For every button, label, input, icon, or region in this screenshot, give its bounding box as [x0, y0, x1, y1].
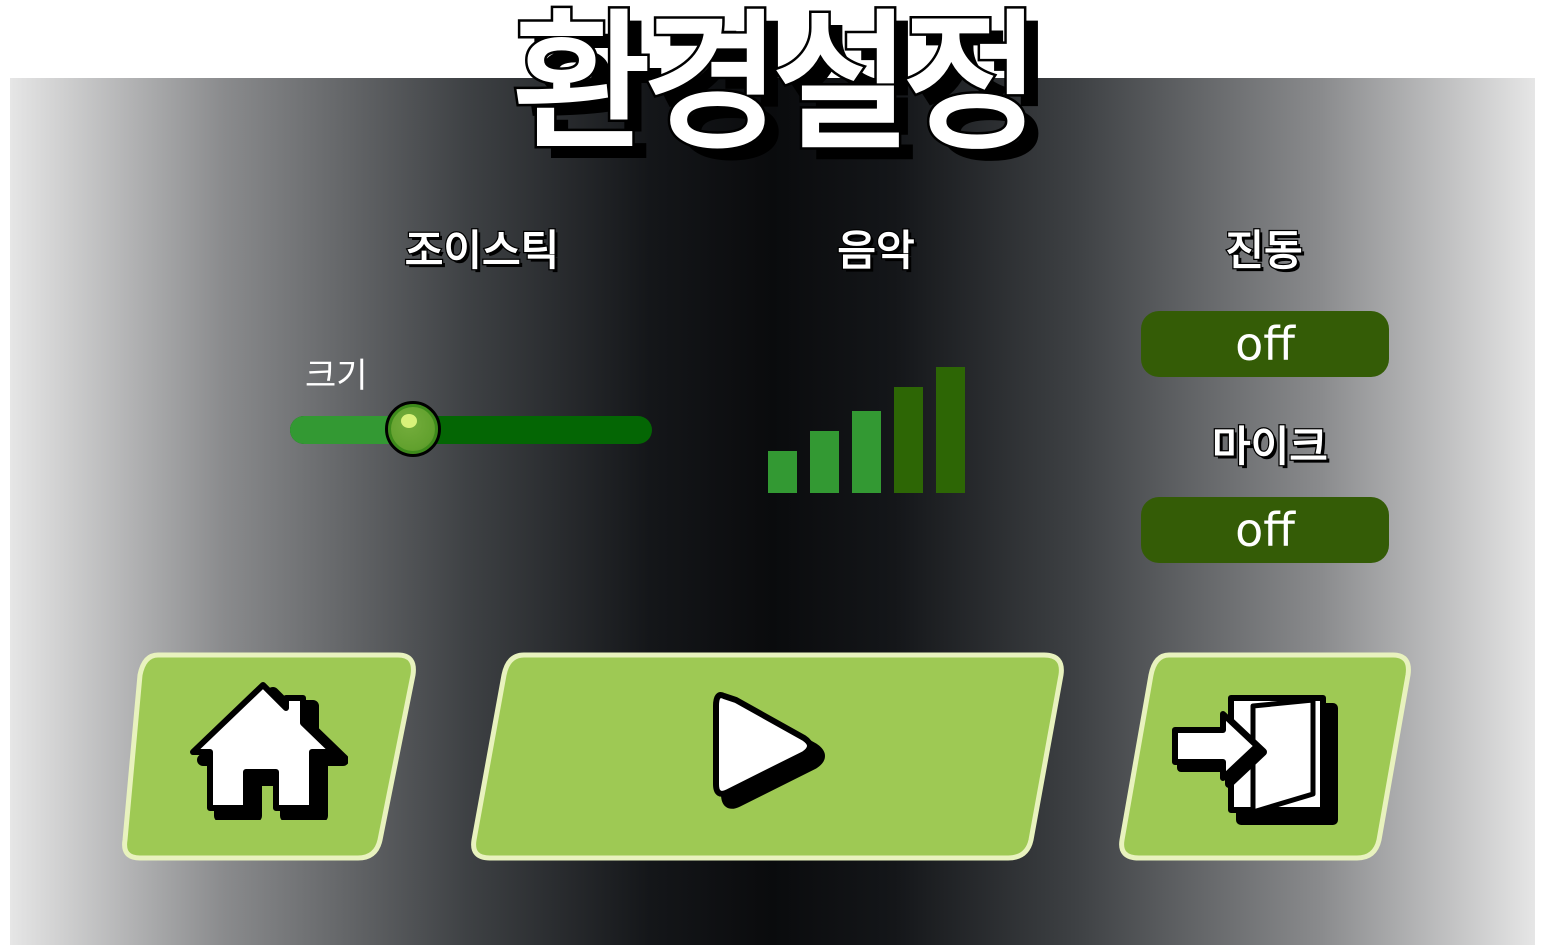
music-volume-bars[interactable] [765, 365, 970, 497]
page-title: 환경설정 [510, 0, 1043, 174]
knob-highlight [401, 414, 418, 428]
volume-bar-5[interactable] [936, 367, 965, 493]
vibration-toggle[interactable]: off [1141, 311, 1389, 377]
mic-toggle[interactable]: off [1141, 497, 1389, 563]
home-button[interactable] [118, 650, 420, 865]
joystick-size-label: 크기 [305, 356, 368, 396]
music-label: 음악 [836, 225, 916, 277]
play-icon [713, 692, 825, 809]
exit-door-icon [1172, 695, 1338, 825]
vibration-label: 진동 [1224, 225, 1304, 277]
exit-button[interactable] [1113, 650, 1415, 865]
joystick-size-slider[interactable] [290, 416, 652, 444]
volume-bar-4[interactable] [894, 387, 923, 493]
home-icon [190, 682, 348, 820]
volume-bar-2[interactable] [810, 431, 839, 493]
play-button[interactable] [466, 650, 1068, 865]
mic-label: 마이크 [1211, 421, 1329, 473]
joystick-label: 조이스틱 [403, 225, 560, 277]
volume-bar-3[interactable] [852, 411, 881, 493]
volume-bar-1[interactable] [768, 451, 797, 493]
joystick-size-slider-knob[interactable] [385, 401, 442, 457]
